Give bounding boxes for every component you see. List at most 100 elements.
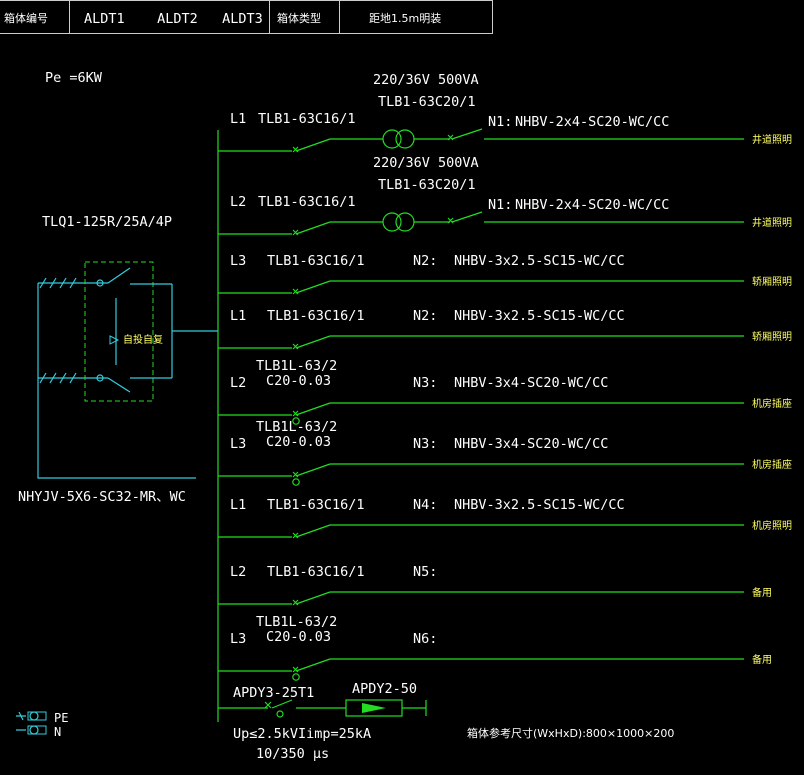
load-label: 井道照明 [752,133,792,146]
incoming-cable-label: NHYJV-5X6-SC32-MR、WC [18,489,186,505]
ats-label: 自投自复 [123,333,163,346]
breaker-contact [451,211,483,223]
breaker-mark [292,288,299,295]
load-label: 轿厢照明 [752,330,792,343]
breaker-contact [295,658,331,672]
cable-spec: NHBV-3x4-SC20-WC/CC [454,436,608,452]
spd-rating: Up≤2.5kVIimp=25kA [233,726,371,742]
box-number-label: 箱体编号 [4,11,48,25]
breaker-label: TLB1L-63/2 [256,614,337,630]
circuit-row: L2 TLB1L-63/2C20-0.03 N3: NHBV-3x4-SC20-WC/… [218,358,792,425]
load-label: 机房插座 [752,458,792,471]
phase-label: L3 [230,436,246,452]
load-label: 机房照明 [752,519,792,532]
header-table: 箱体编号 ALDT1 ALDT2 ALDT3 箱体类型 距地1.5m明装 [0,0,493,34]
circuit-number: N3: [413,436,437,452]
breaker-label: TLB1-63C16/1 [267,564,365,580]
main-switch-label: TLQ1-125R/25A/4P [42,214,172,230]
circuit-number: N2: [413,253,437,269]
spd-protector-label: APDY2-50 [352,681,417,697]
load-label: 备用 [752,586,772,599]
breaker-contact [295,280,331,294]
breaker-label: TLB1L-63/2 [256,358,337,374]
breaker-mark [292,146,299,153]
breaker-contact [295,335,331,349]
breaker-mark [292,343,299,350]
circuit-row: L2 TLB1-63C16/1 N5: 备用 [218,564,772,606]
rcd-mark [292,478,300,486]
circuit-row: L2 TLB1-63C16/1 220/36V 500VA TLB1-63C20/1 N… [218,155,792,236]
power-rating: Pe =6KW [45,70,103,86]
breaker-label: TLB1L-63/2 [256,419,337,435]
box-type-value: 距地1.5m明装 [369,12,441,25]
breaker-rating-label: C20-0.03 [266,434,331,450]
phase-label: L1 [230,497,246,513]
cable-spec: NHBV-3x2.5-SC15-WC/CC [454,497,625,513]
circuit-number: N1: [488,197,512,213]
cable-spec: NHBV-3x2.5-SC15-WC/CC [454,308,625,324]
circuit-number: N1: [488,114,512,130]
breaker-rating-label: C20-0.03 [266,373,331,389]
circuit-row: L3 TLB1-63C16/1 N2: NHBV-3x2.5-SC15-WC/CC 轿厢… [218,253,792,295]
breaker-rating-label: C20-0.03 [266,629,331,645]
rcd-mark [292,673,300,681]
load-label: 轿厢照明 [752,275,792,288]
breaker-contact [295,591,331,605]
breaker-label: TLB1-63C16/1 [258,194,356,210]
breaker-contact [295,402,331,416]
transformer-coil-icon [395,129,415,149]
circuit-list: L1 TLB1-63C16/1 220/36V 500VA TLB1-63C20/1 N… [218,72,792,681]
phase-label: L3 [230,253,246,269]
pe-n-legend: PE N [16,711,68,739]
spd-breaker-label: APDY3-25T1 [233,685,314,701]
transformer-spec: 220/36V 500VA [373,155,479,171]
phase-label: L2 [230,194,246,210]
breaker-contact [295,221,331,235]
circuit-number: N6: [413,631,437,647]
phase-label: L2 [230,375,246,391]
box-size-label: 箱体参考尺寸(WxHxD):800×1000×200 [467,726,674,740]
load-label: 井道照明 [752,216,792,229]
cable-spec: NHBV-3x4-SC20-WC/CC [454,375,608,391]
spd-waveform: 10/350 μs [256,746,329,762]
circuit-row: L3 TLB1L-63/2C20-0.03 N3: NHBV-3x4-SC20-WC/… [218,419,792,486]
circuit-row: L1 TLB1-63C16/1 N2: NHBV-3x2.5-SC15-WC/CC 轿厢… [218,308,792,350]
circuit-row: L3 TLB1L-63/2C20-0.03 N6: 备用 [218,614,772,681]
spd-row: APDY3-25T1 APDY2-50 Up≤2.5kVIimp=25kA 10… [218,681,427,762]
transformer-coil-icon [395,212,415,232]
cable-spec: NHBV-3x2.5-SC15-WC/CC [454,253,625,269]
breaker-label: TLB1-63C16/1 [267,308,365,324]
breaker-mark [292,471,299,478]
circuit-number: N3: [413,375,437,391]
circuit-number: N2: [413,308,437,324]
breaker-mark [292,410,299,417]
phase-label: L3 [230,631,246,647]
breaker-mark [292,532,299,539]
breaker-mark [292,599,299,606]
cable-spec: NHBV-2x4-SC20-WC/CC [515,114,669,130]
breaker-contact [295,463,331,477]
circuit-number: N4: [413,497,437,513]
load-label: 机房插座 [752,397,792,410]
circuit-row: L1 TLB1-63C16/1 220/36V 500VA TLB1-63C20/1 N… [218,72,792,153]
ats-block: 自投自复 [37,261,218,479]
phase-label: L2 [230,564,246,580]
box-type-label: 箱体类型 [277,11,321,25]
breaker-mark [292,229,299,236]
transformer-breaker-label: TLB1-63C20/1 [378,177,476,193]
breaker-contact [295,138,331,152]
breaker-mark [292,666,299,673]
circuit-number: N5: [413,564,437,580]
phase-label: L1 [230,308,246,324]
breaker-contact [295,524,331,538]
circuit-row: L1 TLB1-63C16/1 N4: NHBV-3x2.5-SC15-WC/CC 机房… [218,497,792,539]
box-ids: ALDT1 ALDT2 ALDT3 [84,11,263,27]
cable-spec: NHBV-2x4-SC20-WC/CC [515,197,669,213]
breaker-label: TLB1-63C16/1 [267,253,365,269]
load-label: 备用 [752,653,772,666]
distribution-panel-diagram: 箱体编号 ALDT1 ALDT2 ALDT3 箱体类型 距地1.5m明装 Pe … [0,0,792,762]
breaker-label: TLB1-63C16/1 [258,111,356,127]
breaker-contact [451,128,483,140]
transformer-spec: 220/36V 500VA [373,72,479,88]
breaker-label: TLB1-63C16/1 [267,497,365,513]
